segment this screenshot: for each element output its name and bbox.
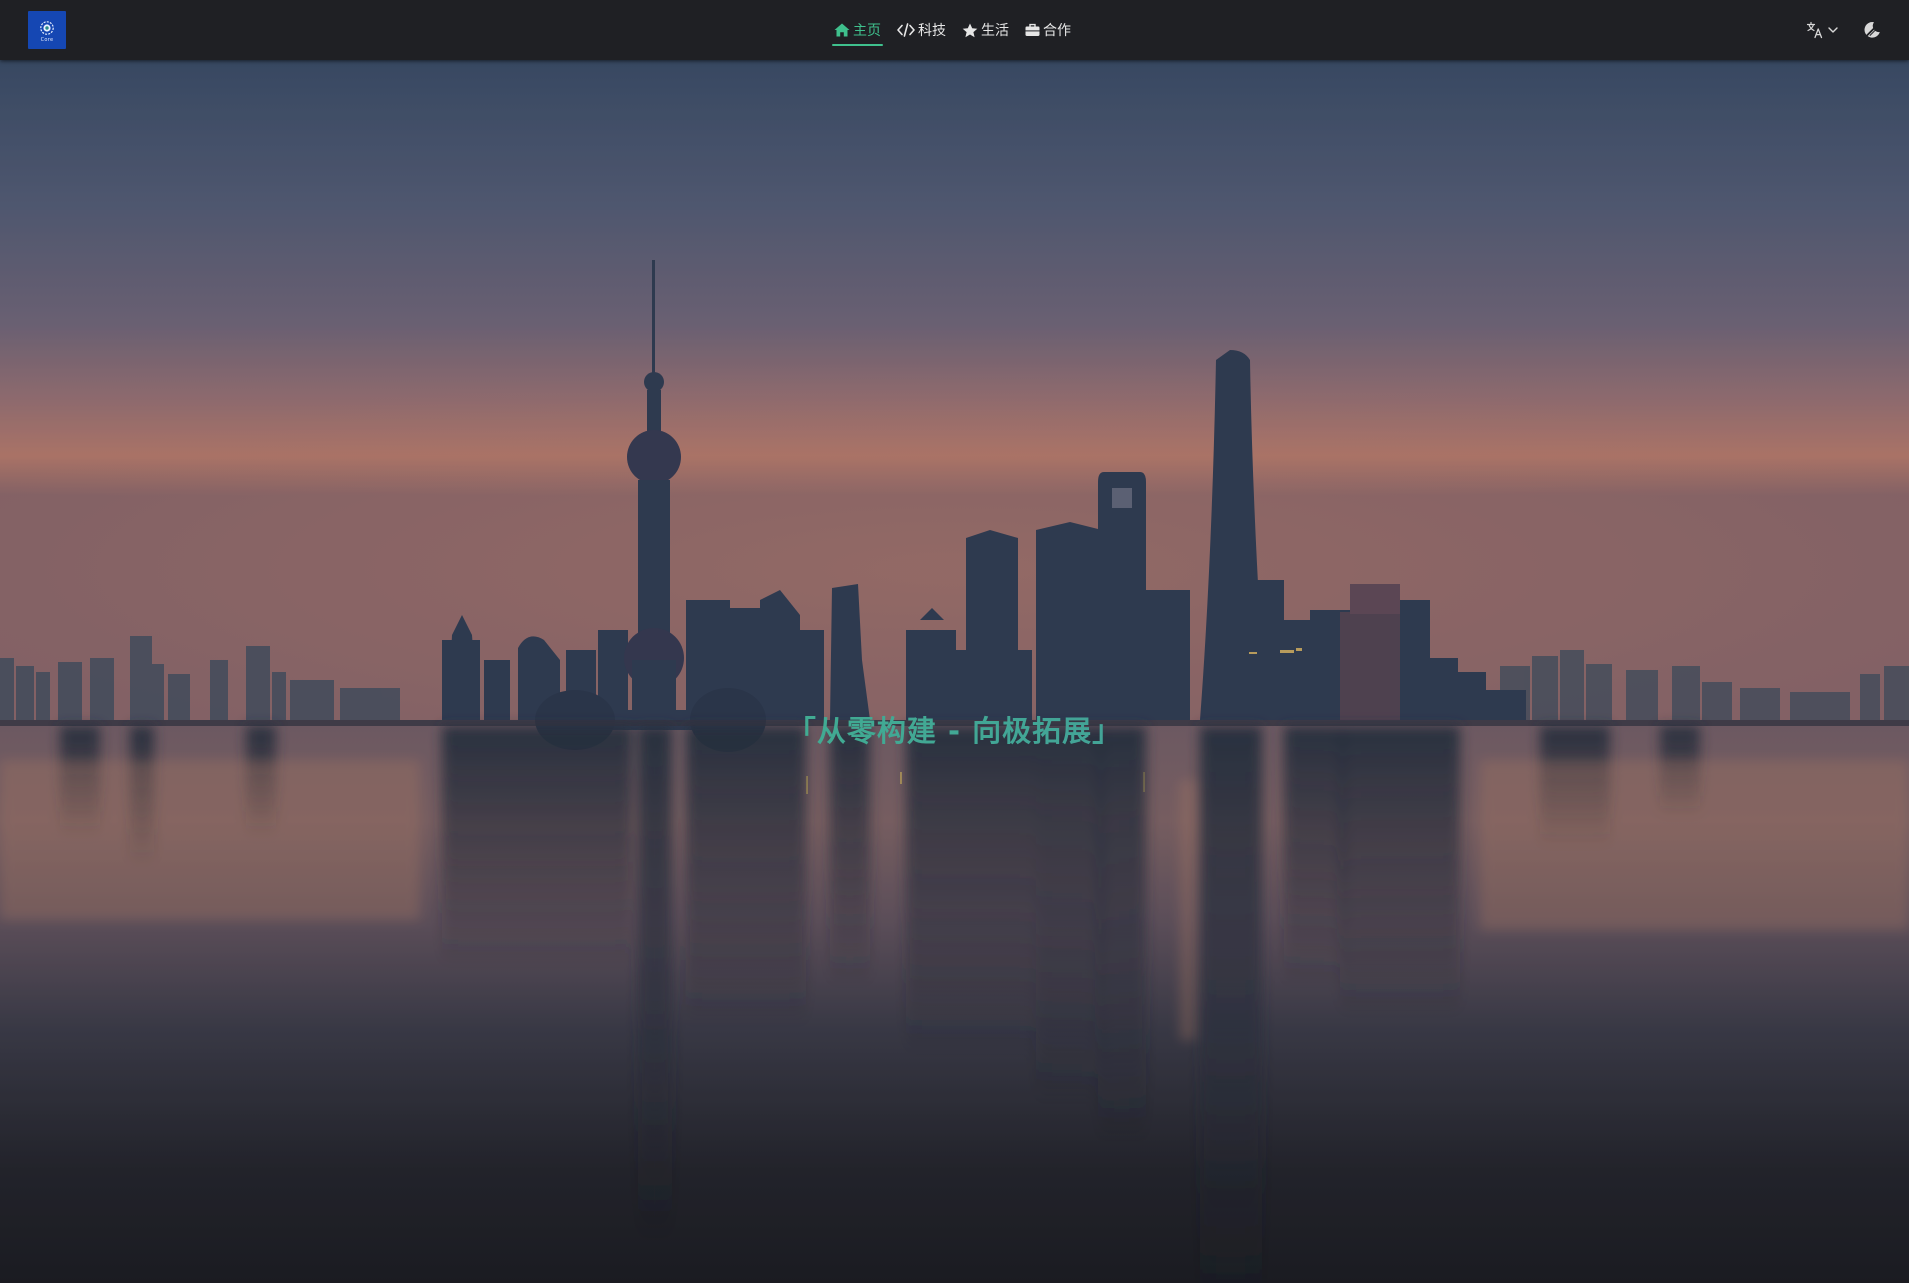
logo-text: Core (40, 36, 54, 43)
nav-item-life[interactable]: 生活 (960, 0, 1011, 60)
gear-icon (40, 20, 54, 35)
home-icon (834, 23, 850, 37)
moon-icon (1864, 22, 1880, 38)
star-icon (962, 23, 978, 38)
nav-item-label: 生活 (981, 23, 1009, 39)
nav-item-label: 科技 (918, 23, 946, 39)
hero-background-image (0, 60, 1909, 1283)
briefcase-icon (1025, 23, 1040, 37)
page: Core 主页 科技 生活 合作 「从零构建 - 向极拓展」 (0, 0, 1909, 1283)
code-icon (897, 23, 915, 37)
site-logo[interactable]: Core (28, 11, 66, 49)
chevron-down-icon (1828, 27, 1838, 33)
top-navbar: Core 主页 科技 生活 合作 (0, 0, 1909, 60)
nav-item-label: 主页 (853, 23, 881, 39)
main-nav: 主页 科技 生活 合作 (832, 0, 1085, 60)
nav-actions (1806, 0, 1881, 60)
hero-title: 「从零构建 - 向极拓展」 (0, 708, 1909, 750)
nav-item-tech[interactable]: 科技 (895, 0, 948, 60)
nav-item-label: 合作 (1043, 23, 1071, 39)
hero-banner: 「从零构建 - 向极拓展」 (0, 60, 1909, 1283)
language-switch[interactable] (1806, 21, 1839, 39)
nav-item-home[interactable]: 主页 (832, 0, 883, 60)
theme-toggle[interactable] (1863, 21, 1881, 39)
translate-icon (1806, 21, 1823, 39)
nav-item-cooperation[interactable]: 合作 (1023, 0, 1073, 60)
